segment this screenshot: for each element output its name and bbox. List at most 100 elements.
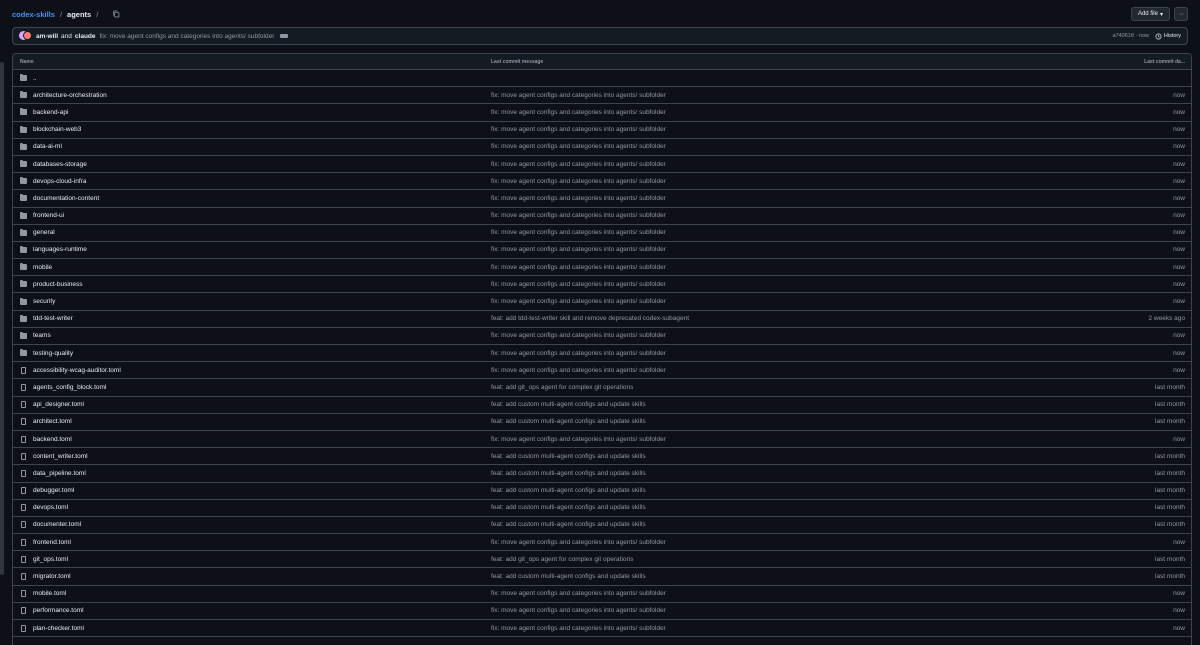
table-row[interactable]: product-business fix: move agent configs … xyxy=(13,276,1191,294)
commit-message-link[interactable]: fix: move agent configs and categories i… xyxy=(491,350,1061,357)
file-name-link[interactable]: backend-api xyxy=(33,109,68,116)
add-file-button[interactable]: Add file ▾ xyxy=(1130,7,1170,21)
table-row[interactable]: general fix: move agent configs and categ… xyxy=(13,224,1191,242)
table-row[interactable]: debugger.toml feat: add custom multi-agen… xyxy=(13,483,1191,500)
commit-message-link[interactable]: feat: add custom multi-agent configs and… xyxy=(491,470,1061,477)
file-name-link[interactable]: general xyxy=(33,229,55,236)
file-name-link[interactable]: backend.toml xyxy=(33,436,72,443)
commit-message-link[interactable]: fix: move agent configs and categories i… xyxy=(491,367,1061,374)
file-name-link[interactable]: architecture-orchestration xyxy=(33,92,107,99)
commit-message-link[interactable]: feat: add git_ops agent for complex git … xyxy=(491,556,1061,563)
table-row[interactable]: git_ops.toml feat: add git_ops agent for … xyxy=(13,551,1191,569)
table-row[interactable]: frontend-ui fix: move agent configs and c… xyxy=(13,208,1191,225)
table-row[interactable]: mobile fix: move agent configs and catego… xyxy=(13,259,1191,277)
table-row[interactable]: migrator.toml feat: add custom multi-agen… xyxy=(13,568,1191,586)
table-row[interactable]: content_writer.toml feat: add custom mult… xyxy=(13,448,1191,466)
table-row[interactable]: architect.toml feat: add custom multi-age… xyxy=(13,414,1191,431)
commit-message-link[interactable]: fix: move agent configs and categories i… xyxy=(491,264,1061,271)
table-row[interactable]: .. xyxy=(13,70,1191,88)
avatar[interactable] xyxy=(23,31,32,40)
table-row[interactable]: mobile.toml fix: move agent configs and c… xyxy=(13,586,1191,603)
file-name-link[interactable]: mobile.toml xyxy=(33,590,66,597)
commit-message-link[interactable]: feat: add custom multi-agent configs and… xyxy=(491,573,1061,580)
commit-message-link[interactable]: fix: move agent configs and categories i… xyxy=(491,92,1061,99)
table-row[interactable]: documenter.toml feat: add custom multi-ag… xyxy=(13,517,1191,535)
commit-message-link[interactable]: feat: add custom multi-agent configs and… xyxy=(491,487,1061,494)
file-name-link[interactable]: accessibility-wcag-auditor.toml xyxy=(33,367,121,374)
file-name-link[interactable]: blockchain-web3 xyxy=(33,126,81,133)
commit-message-link[interactable]: fix: move agent configs and categories i… xyxy=(491,229,1061,236)
commit-message-link[interactable]: feat: add tdd-test-writer skill and remo… xyxy=(491,315,1061,322)
commit-message-link[interactable]: fix: move agent configs and categories i… xyxy=(491,625,1061,632)
table-row[interactable]: devops-cloud-infra fix: move agent config… xyxy=(13,173,1191,191)
history-button[interactable]: History xyxy=(1155,33,1181,40)
commit-message-link[interactable]: fix: move agent configs and categories i… xyxy=(491,109,1061,116)
file-name-link[interactable]: testing-quality xyxy=(33,350,73,357)
table-row[interactable]: frontend.toml fix: move agent configs and… xyxy=(13,534,1191,552)
commit-message-link[interactable]: feat: add custom multi-agent configs and… xyxy=(491,504,1061,511)
commit-message-link[interactable]: fix: move agent configs and categories i… xyxy=(491,126,1061,133)
file-name-link[interactable]: frontend.toml xyxy=(33,539,71,546)
file-name-link[interactable]: migrator.toml xyxy=(33,573,71,580)
file-name-link[interactable]: documenter.toml xyxy=(33,521,81,528)
file-name-link[interactable]: documentation-content xyxy=(33,195,99,202)
commit-message-link[interactable]: feat: add custom multi-agent configs and… xyxy=(491,453,1061,460)
commit-message-link[interactable]: fix: move agent configs and categories i… xyxy=(491,607,1061,614)
table-row[interactable]: devops.toml feat: add custom multi-agent … xyxy=(13,499,1191,517)
commit-message-link[interactable]: feat: add custom multi-agent configs and… xyxy=(491,418,1061,425)
file-name-link[interactable]: performance.toml xyxy=(33,607,84,614)
commit-message-link[interactable]: fix: move agent configs and categories i… xyxy=(491,143,1061,150)
commit-message-link[interactable]: fix: move agent configs and categories i… xyxy=(491,281,1061,288)
commit-message-link[interactable]: feat: add custom multi-agent configs and… xyxy=(491,401,1061,408)
table-row[interactable]: agents_config_block.toml feat: add git_op… xyxy=(13,379,1191,397)
commit-author-link[interactable]: am-will xyxy=(36,33,58,40)
file-name-link[interactable]: teams xyxy=(33,332,51,339)
scrollbar[interactable] xyxy=(0,62,4,575)
file-name-link[interactable]: frontend-ui xyxy=(33,212,64,219)
table-row[interactable]: accessibility-wcag-auditor.toml fix: move… xyxy=(13,362,1191,380)
file-name-link[interactable]: product-business xyxy=(33,281,83,288)
commit-message-link[interactable]: fix: move agent configs and categories i… xyxy=(491,436,1061,443)
file-name-link[interactable]: api_designer.toml xyxy=(33,401,84,408)
file-name-link[interactable]: devops-cloud-infra xyxy=(33,178,86,185)
commit-message-link[interactable]: fix: move agent configs and categories i… xyxy=(491,178,1061,185)
table-row[interactable]: databases-storage fix: move agent configs… xyxy=(13,155,1191,174)
table-row[interactable]: architecture-orchestration fix: move agen… xyxy=(13,87,1191,105)
file-name-link[interactable]: debugger.toml xyxy=(33,487,74,494)
commit-message-link[interactable]: fix: move agent configs and categories i… xyxy=(491,212,1061,219)
table-row[interactable]: languages-runtime fix: move agent configs… xyxy=(13,242,1191,260)
commit-message-link[interactable]: fix: move agent configs and categories i… xyxy=(100,33,275,40)
expand-commit-icon[interactable] xyxy=(280,34,289,38)
file-name-link[interactable]: git_ops.toml xyxy=(33,556,68,563)
commit-message-link[interactable]: fix: move agent configs and categories i… xyxy=(491,298,1061,305)
file-name-link[interactable]: security xyxy=(33,298,55,305)
file-name-link[interactable]: devops.toml xyxy=(33,504,68,511)
table-row[interactable]: documentation-content fix: move agent con… xyxy=(13,190,1191,208)
table-row[interactable]: blockchain-web3 fix: move agent configs a… xyxy=(13,121,1191,139)
commit-coauthor-link[interactable]: claude xyxy=(75,33,96,40)
file-name-link[interactable]: data_pipeline.toml xyxy=(33,470,86,477)
file-name-link[interactable]: languages-runtime xyxy=(33,246,87,253)
commit-message-link[interactable]: fix: move agent configs and categories i… xyxy=(491,539,1061,546)
more-options-button[interactable]: ··· xyxy=(1174,7,1188,21)
table-row[interactable]: plan-checker.toml fix: move agent configs… xyxy=(13,620,1191,638)
commit-message-link[interactable]: feat: add git_ops agent for complex git … xyxy=(491,384,1061,391)
file-name-link[interactable]: mobile xyxy=(33,264,52,271)
table-row[interactable]: data-ai-ml fix: move agent configs and ca… xyxy=(13,139,1191,156)
copy-path-icon[interactable] xyxy=(111,9,121,19)
commit-message-link[interactable]: feat: add custom multi-agent configs and… xyxy=(491,521,1061,528)
commit-message-link[interactable]: fix: move agent configs and categories i… xyxy=(491,332,1061,339)
table-row[interactable]: performance.toml fix: move agent configs … xyxy=(13,602,1191,620)
file-name-link[interactable]: agents_config_block.toml xyxy=(33,384,106,391)
file-name-link[interactable]: databases-storage xyxy=(33,161,87,168)
table-row[interactable]: teams fix: move agent configs and categor… xyxy=(13,327,1191,345)
table-row[interactable]: backend-api fix: move agent configs and c… xyxy=(13,104,1191,122)
commit-message-link[interactable]: fix: move agent configs and categories i… xyxy=(491,195,1061,202)
commit-message-link[interactable]: fix: move agent configs and categories i… xyxy=(491,246,1061,253)
file-name-link[interactable]: .. xyxy=(33,75,37,82)
file-name-link[interactable]: tdd-test-writer xyxy=(33,315,73,322)
table-row[interactable]: testing-quality fix: move agent configs a… xyxy=(13,345,1191,363)
file-name-link[interactable]: architect.toml xyxy=(33,418,72,425)
file-name-link[interactable]: plan-checker.toml xyxy=(33,625,84,632)
table-row[interactable]: data_pipeline.toml feat: add custom multi… xyxy=(13,465,1191,483)
